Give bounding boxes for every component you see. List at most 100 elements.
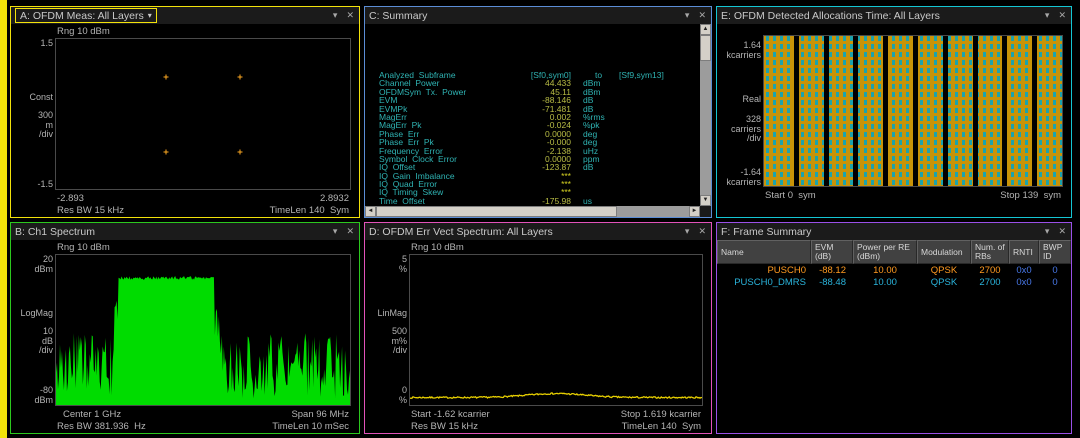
close-icon[interactable]: ✕	[1058, 226, 1066, 237]
x-axis-stop: Stop 1.619 kcarrier	[620, 409, 701, 420]
y-axis-max: 1.64 kcarriers	[726, 40, 761, 60]
panel-a-titlebar[interactable]: A: OFDM Meas: All Layers ▾ ▾ ✕	[11, 7, 359, 24]
vertical-scroll-thumb[interactable]	[700, 35, 711, 61]
frame-header-cell: BWP ID	[1039, 240, 1071, 264]
summary-row: Channel Power 44.433 dBm	[365, 78, 698, 88]
summary-row: OFDMSym Tx. Power 45.11 dBm	[365, 87, 698, 97]
scroll-right-button[interactable]: ►	[689, 206, 700, 217]
summary-row: Time Offset -175.98 us	[365, 195, 698, 205]
collapse-icon[interactable]: ▾	[685, 226, 690, 237]
timelen-label: TimeLen 140 Sym	[269, 205, 349, 216]
scrollbar-corner	[700, 206, 711, 217]
panel-frame-summary: F: Frame Summary ▾ ✕ Name EVM (dB) Power p…	[716, 222, 1072, 434]
y-axis-min: 0 %	[398, 385, 407, 405]
frame-table-row[interactable]: PUSCH0 -88.12 10.00 QPSK 2700 0x0 0	[717, 264, 1071, 276]
collapse-icon[interactable]: ▾	[1045, 226, 1050, 237]
y-axis-scale: 328 carriers /div	[730, 114, 761, 143]
scroll-down-button[interactable]: ▼	[700, 195, 711, 206]
summary-row: Symbol Clock Error 0.0000 ppm	[365, 154, 698, 164]
y-axis-name: Const	[29, 92, 53, 102]
close-icon[interactable]: ✕	[698, 10, 706, 21]
summary-row: Phase Err 0.0000 deg	[365, 129, 698, 139]
panel-summary: C: Summary ▾ ✕ Analyzed Subframe [Sf0,sym…	[364, 6, 712, 218]
summary-row: IQ Gain Imbalance ***	[365, 171, 698, 181]
panel-ch1-spectrum: B: Ch1 Spectrum ▾ ✕ Rng 10 dBm 20 dBm Lo…	[10, 222, 360, 434]
panel-c-titlebar[interactable]: C: Summary ▾ ✕	[365, 7, 711, 24]
panel-err-vect-spectrum: D: OFDM Err Vect Spectrum: All Layers ▾ …	[364, 222, 712, 434]
timelen-label: TimeLen 140 Sym	[621, 421, 701, 432]
frame-cell-rnti: 0x0	[1016, 264, 1032, 276]
panel-ofdm-meas: A: OFDM Meas: All Layers ▾ ▾ ✕ Rng 10 dB…	[10, 6, 360, 218]
summary-row: Phase Err Pk -0.000 deg	[365, 137, 698, 147]
collapse-icon[interactable]: ▾	[333, 10, 338, 21]
frame-cell-bwp: 0	[1052, 276, 1058, 288]
y-axis-max: 20 dBm	[34, 254, 53, 274]
spectrum-plot[interactable]	[55, 254, 351, 406]
allocation-gap	[1032, 36, 1038, 186]
frame-cell-evm: -88.12	[819, 264, 846, 276]
close-icon[interactable]: ✕	[698, 226, 706, 237]
allocations-plot[interactable]	[763, 35, 1063, 187]
allocation-gap	[972, 36, 978, 186]
frame-cell-name: PUSCH0	[767, 264, 806, 276]
constellation-plot[interactable]	[55, 38, 351, 190]
allocation-gap	[853, 36, 859, 186]
frame-cell-rnti: 0x0	[1016, 276, 1032, 288]
x-axis-max: 2.8932	[319, 193, 349, 204]
horizontal-scrollbar[interactable]: ◄ ►	[365, 206, 700, 217]
constellation-point	[237, 74, 243, 79]
summary-row: EVMPk -71.481 dB	[365, 104, 698, 114]
frame-cell-name: PUSCH0_DMRS	[734, 276, 806, 288]
scroll-left-button[interactable]: ◄	[365, 206, 376, 217]
frame-cell-rbs: 2700	[979, 264, 1001, 276]
summary-row: MagErr 0.002 %rms	[365, 112, 698, 122]
y-axis-min: -1.5	[37, 178, 53, 189]
summary-value: -175.98	[542, 195, 571, 205]
summary-rows: Analyzed Subframe [Sf0,sym0] to [Sf9,sym13]…	[365, 24, 698, 205]
y-axis-min: -1.64 kcarriers	[726, 167, 761, 187]
summary-row: Analyzed Subframe [Sf0,sym0] to [Sf9,sym13]	[365, 70, 698, 80]
y-axis-name: LinMag	[377, 308, 407, 318]
allocation-gap	[913, 36, 918, 186]
frame-cell-evm: -88.48	[819, 276, 846, 288]
chevron-down-icon: ▾	[147, 11, 152, 20]
evm-spectrum-plot[interactable]	[409, 254, 703, 406]
close-icon[interactable]: ✕	[1058, 10, 1066, 21]
collapse-icon[interactable]: ▾	[333, 226, 338, 237]
panel-detected-allocations: E: OFDM Detected Allocations Time: All L…	[716, 6, 1072, 218]
evm-trace	[410, 392, 702, 400]
y-axis-min: -80 dBm	[34, 385, 53, 405]
panel-e-titlebar[interactable]: E: OFDM Detected Allocations Time: All L…	[717, 7, 1071, 24]
scroll-up-button[interactable]: ▲	[700, 24, 711, 35]
timelen-label: TimeLen 10 mSec	[272, 421, 349, 432]
panel-a-title: A: OFDM Meas: All Layers	[20, 9, 144, 22]
frame-cell-bwp: 0	[1052, 264, 1058, 276]
panel-e-title: E: OFDM Detected Allocations Time: All L…	[721, 9, 940, 22]
constellation-point	[163, 74, 169, 79]
allocation-gap	[1002, 36, 1008, 186]
frame-summary-table: Name EVM (dB) Power per RE (dBm) Modulation…	[717, 240, 1071, 288]
frame-header-cell: RNTI	[1009, 240, 1039, 264]
y-axis-max: 1.5	[40, 38, 53, 48]
panel-f-titlebar[interactable]: F: Frame Summary ▾ ✕	[717, 223, 1071, 240]
vertical-scrollbar[interactable]: ▲ ▼	[700, 24, 711, 206]
panel-d-titlebar[interactable]: D: OFDM Err Vect Spectrum: All Layers ▾ …	[365, 223, 711, 240]
res-bw-label: Res BW 381.936 Hz	[57, 421, 146, 432]
trace-a-selector[interactable]: A: OFDM Meas: All Layers ▾	[15, 8, 157, 23]
frame-header-cell: Power per RE (dBm)	[853, 240, 917, 264]
y-axis-scale: 10 dB /div	[38, 326, 53, 355]
close-icon[interactable]: ✕	[346, 10, 354, 21]
allocation-gap	[883, 36, 889, 186]
range-label: Rng 10 dBm	[411, 242, 464, 253]
collapse-icon[interactable]: ▾	[1045, 10, 1050, 21]
frame-cell-rbs: 2700	[979, 276, 1001, 288]
frame-table-row[interactable]: PUSCH0_DMRS -88.48 10.00 QPSK 2700 0x0 0	[717, 276, 1071, 288]
frame-table-header: Name EVM (dB) Power per RE (dBm) Modulation…	[717, 240, 1071, 264]
frame-header-cell: Name	[717, 240, 811, 264]
close-icon[interactable]: ✕	[346, 226, 354, 237]
horizontal-scroll-thumb[interactable]	[376, 206, 618, 217]
summary-row: IQ Timing Skew ***	[365, 187, 698, 197]
panel-b-titlebar[interactable]: B: Ch1 Spectrum ▾ ✕	[11, 223, 359, 240]
collapse-icon[interactable]: ▾	[685, 10, 690, 21]
spectrum-trace	[56, 276, 350, 405]
